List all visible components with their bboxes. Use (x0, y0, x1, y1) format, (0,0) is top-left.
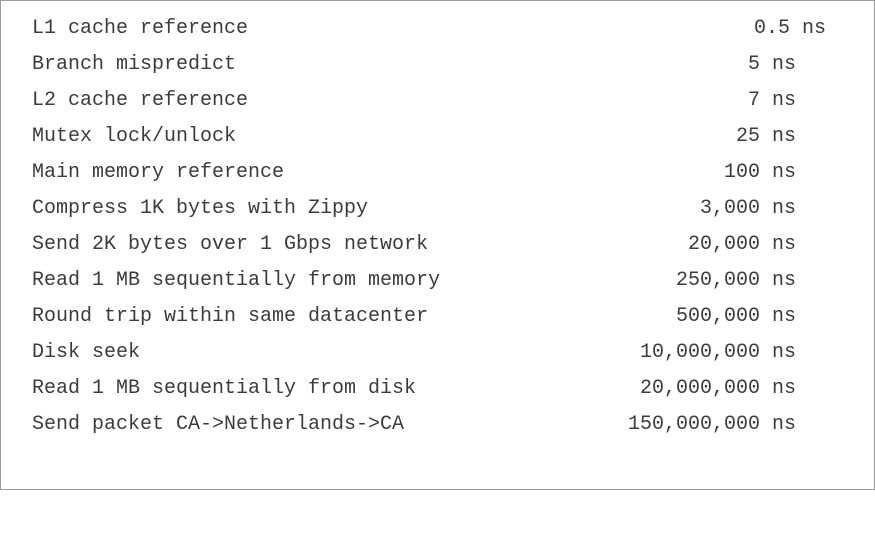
table-row: Send 2K bytes over 1 Gbps network 20,000… (1, 227, 874, 263)
table-row: Branch mispredict 5 ns (1, 47, 874, 83)
latency-value: 150,000,000 ns (627, 413, 796, 436)
latency-value: 250,000 ns (675, 269, 796, 292)
latency-value: 10,000,000 ns (639, 341, 796, 364)
latency-value: 20,000 ns (687, 233, 796, 256)
table-row: Mutex lock/unlock 25 ns (1, 119, 874, 155)
latency-table: L1 cache reference 0.5 ns Branch mispred… (1, 11, 874, 443)
operation-label: Compress 1K bytes with Zippy (32, 197, 369, 220)
latency-figure: L1 cache reference 0.5 ns Branch mispred… (0, 0, 875, 490)
operation-label: Branch mispredict (32, 53, 237, 76)
operation-label: Send 2K bytes over 1 Gbps network (32, 233, 429, 256)
table-row: L2 cache reference 7 ns (1, 83, 874, 119)
operation-label: L1 cache reference (32, 17, 249, 40)
table-row: Round trip within same datacenter 500,00… (1, 299, 874, 335)
operation-label: Main memory reference (32, 161, 285, 184)
operation-label: Read 1 MB sequentially from disk (32, 377, 417, 400)
latency-value: 500,000 ns (675, 305, 796, 328)
latency-value: 20,000,000 ns (639, 377, 796, 400)
table-row: Send packet CA->Netherlands->CA 150,000,… (1, 407, 874, 443)
operation-label: Mutex lock/unlock (32, 125, 237, 148)
latency-value: 25 ns (735, 125, 796, 148)
table-row: Compress 1K bytes with Zippy 3,000 ns (1, 191, 874, 227)
table-row: Read 1 MB sequentially from memory 250,0… (1, 263, 874, 299)
table-row: Read 1 MB sequentially from disk 20,000,… (1, 371, 874, 407)
latency-value: 100 ns (723, 161, 796, 184)
latency-value: 0.5 ns (753, 17, 826, 40)
latency-value: 5 ns (747, 53, 796, 76)
table-row: Disk seek 10,000,000 ns (1, 335, 874, 371)
operation-label: Disk seek (32, 341, 141, 364)
table-row: Main memory reference 100 ns (1, 155, 874, 191)
table-row: L1 cache reference 0.5 ns (1, 11, 874, 47)
operation-label: Send packet CA->Netherlands->CA (32, 413, 405, 436)
operation-label: Read 1 MB sequentially from memory (32, 269, 441, 292)
latency-value: 3,000 ns (699, 197, 796, 220)
operation-label: Round trip within same datacenter (32, 305, 429, 328)
operation-label: L2 cache reference (32, 89, 249, 112)
latency-value: 7 ns (747, 89, 796, 112)
